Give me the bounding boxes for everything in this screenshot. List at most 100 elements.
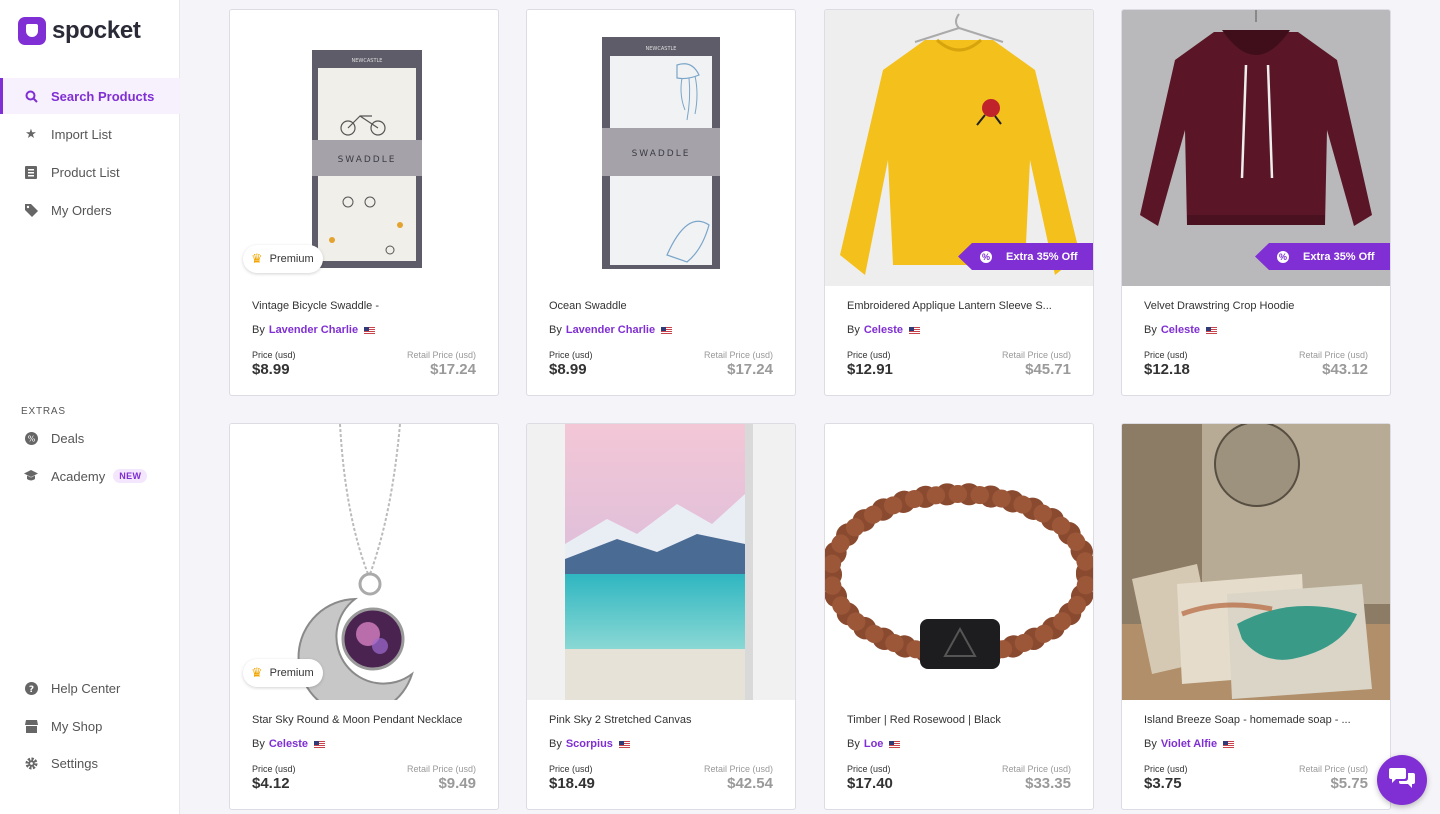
sidebar-item-import-list[interactable]: ★ Import List bbox=[0, 116, 180, 152]
product-title[interactable]: Star Sky Round & Moon Pendant Necklace bbox=[252, 714, 482, 726]
seller-link[interactable]: Scorpius bbox=[566, 738, 613, 750]
price-label: Price (usd) bbox=[847, 764, 891, 774]
percent-icon: % bbox=[1277, 250, 1289, 263]
sidebar-item-product-list[interactable]: Product List bbox=[0, 154, 180, 190]
price-value: $12.91 bbox=[847, 361, 893, 378]
price-label: Price (usd) bbox=[1144, 764, 1188, 774]
seller-link[interactable]: Celeste bbox=[1161, 324, 1200, 336]
seller-link[interactable]: Celeste bbox=[269, 738, 308, 750]
sidebar-item-label: Product List bbox=[51, 164, 120, 180]
canvas-mountains-image[interactable] bbox=[527, 424, 795, 700]
deal-badge: % Extra 35% Off bbox=[958, 243, 1093, 270]
product-card[interactable]: SWADDLE NEWCASTLE Ocean Swaddle By Laven… bbox=[526, 9, 796, 396]
list-icon bbox=[24, 165, 38, 179]
spocket-logo[interactable]: spocket bbox=[18, 17, 141, 45]
sidebar-item-label: Academy bbox=[51, 468, 106, 484]
bead-bracelet-image[interactable] bbox=[825, 424, 1093, 700]
seller-link[interactable]: Celeste bbox=[864, 324, 903, 336]
sidebar-item-deals[interactable]: % Deals bbox=[0, 420, 180, 456]
percent-icon: % bbox=[24, 431, 38, 445]
retail-price-value: $9.49 bbox=[438, 775, 476, 792]
price-label: Price (usd) bbox=[847, 350, 891, 360]
seller-link[interactable]: Lavender Charlie bbox=[269, 324, 358, 336]
seller-link[interactable]: Violet Alfie bbox=[1161, 738, 1217, 750]
sidebar-item-my-orders[interactable]: My Orders bbox=[0, 192, 180, 228]
product-title[interactable]: Pink Sky 2 Stretched Canvas bbox=[549, 714, 779, 726]
sidebar-item-my-shop[interactable]: My Shop bbox=[0, 708, 180, 744]
retail-price-label: Retail Price (usd) bbox=[406, 764, 476, 774]
us-flag-icon bbox=[661, 326, 673, 334]
retail-price-value: $45.71 bbox=[1025, 361, 1071, 378]
deal-label: Extra 35% Off bbox=[1006, 250, 1078, 263]
product-seller: By Celeste bbox=[252, 738, 325, 750]
by-label: By bbox=[847, 324, 860, 336]
retail-price-value: $17.24 bbox=[727, 361, 773, 378]
product-card[interactable]: SWADDLE NEWCASTLE ♛ Premium Vintage Bicy… bbox=[229, 9, 499, 396]
product-seller: By Lavender Charlie bbox=[252, 324, 376, 336]
chat-button[interactable] bbox=[1377, 755, 1427, 805]
gear-icon bbox=[24, 756, 38, 770]
product-title[interactable]: Vintage Bicycle Swaddle - bbox=[252, 300, 482, 312]
logo-icon bbox=[18, 17, 46, 45]
soap-bars-image[interactable] bbox=[1122, 424, 1390, 700]
percent-icon: % bbox=[980, 250, 992, 263]
product-title[interactable]: Embroidered Applique Lantern Sleeve S... bbox=[847, 300, 1077, 312]
product-card[interactable]: Pink Sky 2 Stretched Canvas By Scorpius … bbox=[526, 423, 796, 810]
retail-price-value: $42.54 bbox=[727, 775, 773, 792]
product-card[interactable]: Island Breeze Soap - homemade soap - ...… bbox=[1121, 423, 1391, 810]
retail-price-value: $5.75 bbox=[1330, 775, 1368, 792]
sidebar-item-search-products[interactable]: Search Products bbox=[0, 78, 180, 114]
price-value: $17.40 bbox=[847, 775, 893, 792]
product-title[interactable]: Timber | Red Rosewood | Black bbox=[847, 714, 1077, 726]
us-flag-icon bbox=[364, 326, 376, 334]
retail-price-value: $43.12 bbox=[1322, 361, 1368, 378]
swaddle-ocean-image[interactable]: SWADDLE NEWCASTLE bbox=[527, 10, 795, 286]
product-seller: By Loe bbox=[847, 738, 901, 750]
by-label: By bbox=[1144, 324, 1157, 336]
seller-link[interactable]: Loe bbox=[864, 738, 884, 750]
sidebar-item-label: Search Products bbox=[51, 88, 155, 104]
help-icon: ? bbox=[24, 681, 38, 695]
sidebar-item-settings[interactable]: Settings bbox=[0, 745, 180, 781]
retail-price-label: Retail Price (usd) bbox=[1298, 764, 1368, 774]
sidebar-item-help-center[interactable]: ? Help Center bbox=[0, 670, 180, 706]
tag-icon bbox=[24, 203, 38, 217]
new-badge: NEW bbox=[113, 469, 148, 483]
us-flag-icon bbox=[1205, 326, 1217, 334]
price-label: Price (usd) bbox=[1144, 350, 1188, 360]
shop-icon bbox=[24, 719, 38, 733]
premium-label: Premium bbox=[269, 253, 314, 265]
premium-label: Premium bbox=[269, 667, 314, 679]
premium-badge: ♛ Premium bbox=[243, 659, 323, 687]
by-label: By bbox=[549, 324, 562, 336]
us-flag-icon bbox=[889, 740, 901, 748]
product-card[interactable]: % Extra 35% Off Velvet Drawstring Crop H… bbox=[1121, 9, 1391, 396]
sidebar-item-academy[interactable]: Academy NEW bbox=[0, 458, 180, 494]
us-flag-icon bbox=[908, 326, 920, 334]
product-card[interactable]: Timber | Red Rosewood | Black By Loe Pri… bbox=[824, 423, 1094, 810]
us-flag-icon bbox=[313, 740, 325, 748]
sidebar-item-label: Deals bbox=[51, 430, 85, 446]
price-value: $8.99 bbox=[252, 361, 290, 378]
price-value: $8.99 bbox=[549, 361, 587, 378]
extras-section-label: EXTRAS bbox=[21, 406, 66, 417]
product-seller: By Celeste bbox=[847, 324, 920, 336]
product-seller: By Lavender Charlie bbox=[549, 324, 673, 336]
retail-price-label: Retail Price (usd) bbox=[1298, 350, 1368, 360]
product-title[interactable]: Velvet Drawstring Crop Hoodie bbox=[1144, 300, 1374, 312]
star-icon: ★ bbox=[25, 126, 37, 141]
product-card[interactable]: % Extra 35% Off Embroidered Applique Lan… bbox=[824, 9, 1094, 396]
seller-link[interactable]: Lavender Charlie bbox=[566, 324, 655, 336]
sidebar-item-label: Settings bbox=[51, 755, 98, 771]
sidebar: spocket Search Products ★ Import List Pr… bbox=[0, 0, 180, 814]
us-flag-icon bbox=[618, 740, 630, 748]
price-value: $18.49 bbox=[549, 775, 595, 792]
premium-badge: ♛ Premium bbox=[243, 245, 323, 273]
svg-text:NEWCASTLE: NEWCASTLE bbox=[352, 58, 383, 64]
product-card[interactable]: ♛ Premium Star Sky Round & Moon Pendant … bbox=[229, 423, 499, 810]
by-label: By bbox=[549, 738, 562, 750]
product-title[interactable]: Ocean Swaddle bbox=[549, 300, 779, 312]
price-value: $3.75 bbox=[1144, 775, 1182, 792]
sidebar-item-label: My Orders bbox=[51, 202, 112, 218]
product-title[interactable]: Island Breeze Soap - homemade soap - ... bbox=[1144, 714, 1374, 726]
